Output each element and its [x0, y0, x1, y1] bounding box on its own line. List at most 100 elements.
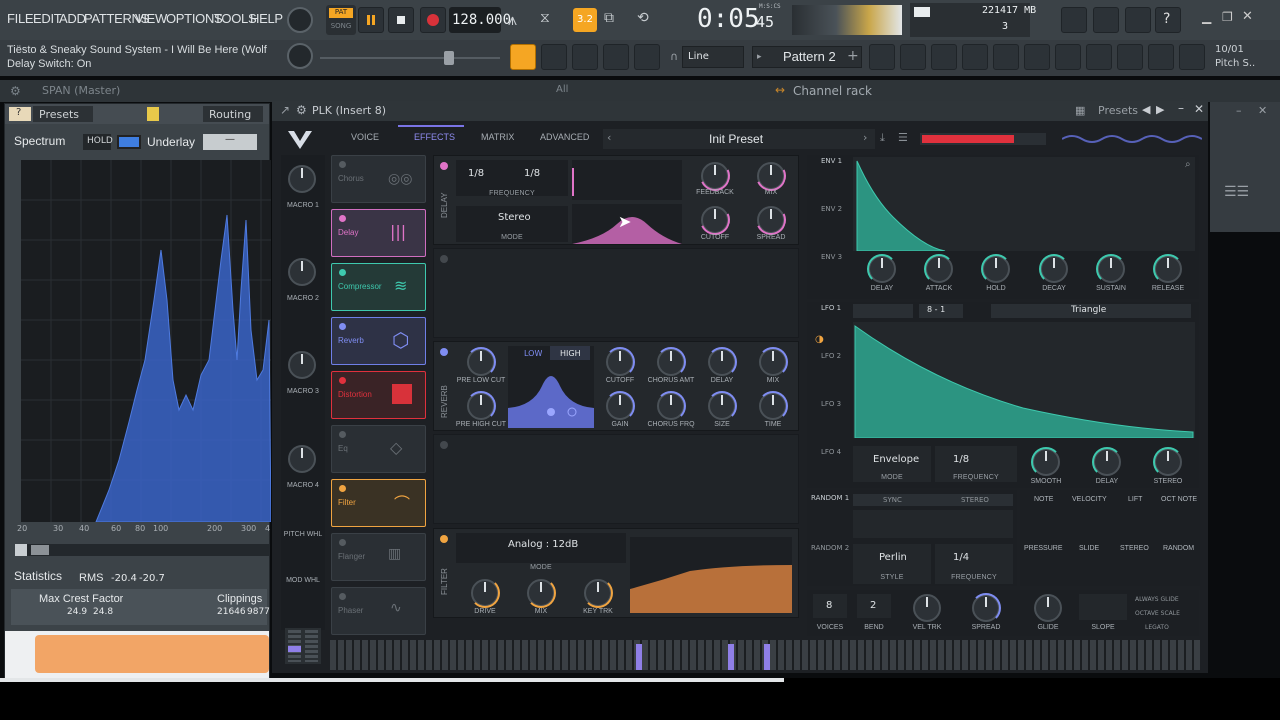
lfo-grid-select[interactable]: 8 - 1	[919, 304, 963, 318]
random-2-tab[interactable]: RANDOM 2	[811, 544, 849, 552]
playlist-icon[interactable]	[869, 44, 895, 70]
blend-notes-icon[interactable]: ⧉	[604, 10, 614, 26]
lfo-paint-select[interactable]	[853, 304, 913, 318]
menu-view[interactable]: VIEW	[135, 11, 167, 26]
delay-spread-knob[interactable]	[757, 206, 785, 234]
random-sync-toggle[interactable]: SYNC	[883, 496, 902, 504]
mod-source-stereo[interactable]: STEREO	[1120, 545, 1149, 552]
glide-knob[interactable]	[1034, 594, 1062, 622]
tab-advanced[interactable]: ADVANCED	[540, 132, 589, 142]
reverb-gain-knob[interactable]	[605, 391, 635, 421]
octave-scale-toggle[interactable]: OCTAVE SCALE	[1135, 610, 1180, 617]
add-pattern-icon[interactable]: +	[847, 48, 859, 64]
lfo-4-tab[interactable]: LFO 4	[821, 448, 841, 456]
env-delay-knob[interactable]	[867, 254, 897, 284]
pattern-prev-icon[interactable]: ▸	[757, 52, 762, 62]
module-chorus[interactable]: Chorus ◎◎	[331, 155, 426, 203]
pencil-tool-icon[interactable]	[572, 44, 598, 70]
download-icon[interactable]	[1148, 44, 1174, 70]
countdown-button[interactable]: 3.2	[573, 8, 597, 32]
pointer-tool-icon[interactable]	[541, 44, 567, 70]
close-icon[interactable]: ✕	[1242, 9, 1253, 24]
zoom-icon[interactable]: ⌕	[1185, 159, 1191, 170]
master-volume-meter[interactable]	[920, 133, 1046, 145]
module-reverb[interactable]: Reverb ⬡	[331, 317, 426, 365]
macro-3-knob[interactable]	[288, 351, 316, 379]
touch-controller-icon[interactable]	[1086, 44, 1112, 70]
spectrum-scrollbar[interactable]	[15, 544, 269, 556]
filter-mode-select[interactable]: Analog : 12dB	[456, 533, 626, 563]
filter-response-display[interactable]	[630, 537, 792, 613]
filter-enable-toggle[interactable]	[440, 535, 448, 543]
random-frequency-select[interactable]: 1/4 FREQUENCY	[935, 544, 1013, 584]
preset-next-icon[interactable]: ›	[863, 131, 867, 144]
env-3-tab[interactable]: ENV 3	[821, 253, 842, 261]
env-decay-knob[interactable]	[1039, 254, 1069, 284]
minimize-icon[interactable]: ▁	[1202, 10, 1211, 24]
mod-source-oct-note[interactable]: OCT NOTE	[1161, 496, 1197, 503]
close-icon[interactable]: ✕	[1258, 104, 1267, 117]
reverb-cutoff-knob[interactable]	[605, 347, 635, 377]
pause-button[interactable]	[358, 7, 384, 33]
shop-icon[interactable]	[1179, 44, 1205, 70]
preset-prev-icon[interactable]: ◀	[1142, 103, 1150, 116]
lfo-shape-select[interactable]: Triangle	[991, 304, 1191, 318]
mod-source-lift[interactable]: LIFT	[1128, 496, 1142, 503]
reverb-delay-knob[interactable]	[707, 347, 737, 377]
gear-icon[interactable]: ⚙	[296, 103, 307, 117]
gear-icon[interactable]: ⚙	[10, 84, 21, 98]
tab-voice[interactable]: VOICE	[351, 132, 379, 142]
mod-source-velocity[interactable]: VELOCITY	[1072, 496, 1107, 503]
tempo-display[interactable]: 128.000	[449, 7, 511, 33]
lfo-mode-select[interactable]: Envelope MODE	[853, 446, 931, 482]
span-presets-button[interactable]: Presets	[33, 106, 93, 122]
reverb-enable-toggle[interactable]	[440, 348, 448, 356]
lfo-2-tab[interactable]: LFO 2	[821, 352, 841, 360]
scroll-left-icon[interactable]	[15, 544, 27, 556]
project-icon[interactable]	[1024, 44, 1050, 70]
piano-roll-icon[interactable]	[900, 44, 926, 70]
env-attack-knob[interactable]	[924, 254, 954, 284]
env-release-knob[interactable]	[1153, 254, 1183, 284]
underlay-color-swatch[interactable]	[117, 135, 141, 149]
cpu-refresh-icon[interactable]	[1061, 7, 1087, 33]
lfo-delay-knob[interactable]	[1092, 447, 1122, 477]
master-pitch-knob[interactable]	[287, 43, 313, 69]
spread-knob[interactable]	[971, 593, 1001, 623]
module-filter[interactable]: Filter ⌒	[331, 479, 426, 527]
link-tool-icon[interactable]	[603, 44, 629, 70]
reverb-chorus-frq-knob[interactable]	[656, 391, 686, 421]
reverb-eq-display[interactable]: LOW HIGH	[508, 346, 594, 428]
reverb-pre-low-cut-knob[interactable]	[466, 347, 496, 377]
tools-icon[interactable]	[1093, 7, 1119, 33]
channel-list-icon[interactable]: ☰☰	[1224, 184, 1268, 204]
delay-mix-knob[interactable]	[757, 162, 785, 190]
minimize-icon[interactable]: –	[1236, 104, 1242, 117]
lfo-graph[interactable]	[853, 322, 1195, 439]
delay-enable-toggle[interactable]	[440, 162, 448, 170]
lfo-smooth-knob[interactable]	[1031, 447, 1061, 477]
menu-add[interactable]: ADD	[59, 11, 86, 26]
module-flanger[interactable]: Flanger ▥	[331, 533, 426, 581]
master-slider[interactable]	[320, 51, 500, 65]
menu-help[interactable]: HELP	[250, 11, 283, 26]
reverb-time-knob[interactable]	[758, 391, 788, 421]
env-2-tab[interactable]: ENV 2	[821, 205, 842, 213]
reverb-pre-high-cut-knob[interactable]	[466, 391, 496, 421]
close-icon[interactable]: ✕	[1194, 102, 1204, 116]
wait-input-icon[interactable]: ⧖	[540, 10, 568, 30]
menu-file[interactable]: FILE	[7, 11, 34, 26]
span-question-icon[interactable]: ?	[9, 107, 31, 121]
delay-feedback-knob[interactable]	[701, 162, 729, 190]
delay-filter-display[interactable]: ➤	[572, 204, 682, 244]
mod-source-pressure[interactable]: PRESSURE	[1024, 545, 1063, 552]
random-stereo-toggle[interactable]: STEREO	[961, 496, 989, 504]
microphone-icon[interactable]	[1125, 7, 1151, 33]
mod-source-note[interactable]: NOTE	[1034, 496, 1053, 503]
preset-browser-icon[interactable]: ▦	[1075, 104, 1085, 117]
plk-presets-label[interactable]: Presets	[1098, 104, 1138, 117]
loop-record-icon[interactable]: ⟲	[637, 10, 649, 26]
scroll-thumb[interactable]	[31, 545, 49, 555]
bend-select[interactable]: 2	[857, 594, 891, 618]
reverb-chorus-amt-knob[interactable]	[656, 347, 686, 377]
